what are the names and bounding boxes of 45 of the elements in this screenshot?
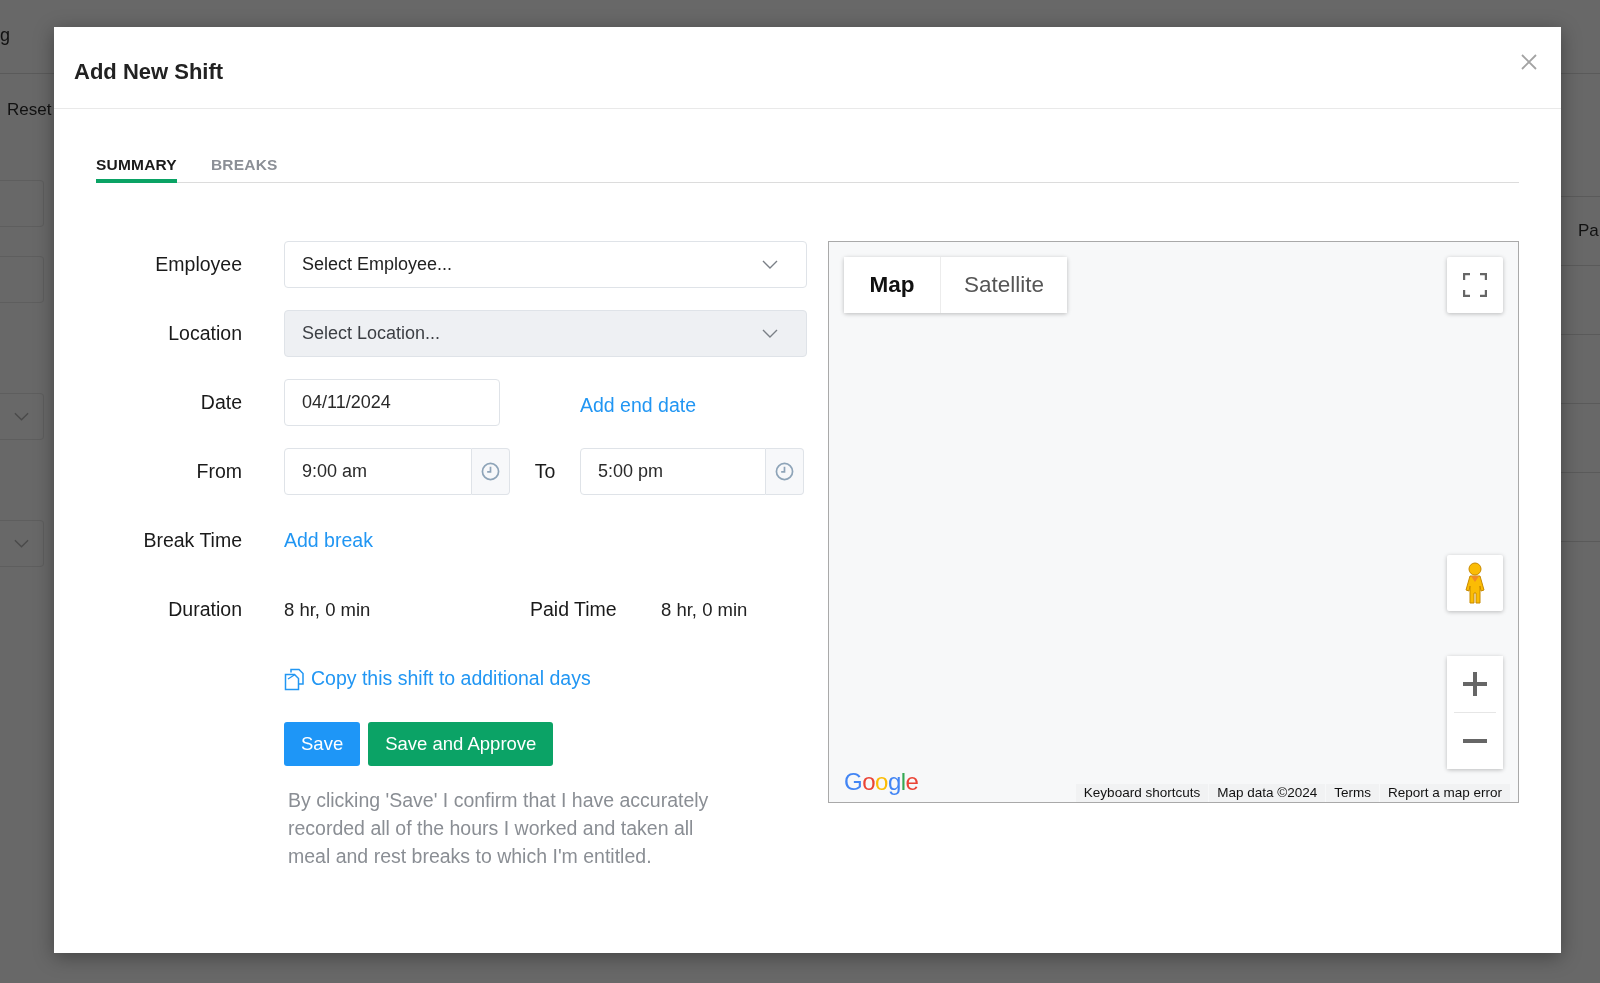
map-logo: Google [844, 768, 919, 796]
disclaimer-text: By clicking 'Save' I confirm that I have accurately recorded all of the hours I worked and taken all meal and rest breaks to which I'm entitled. [288, 788, 710, 869]
street-view-button[interactable] [1447, 555, 1503, 611]
dialog-title: Add New Shift [74, 59, 224, 85]
field-label: Duration [168, 597, 242, 622]
field-label: From [196, 459, 242, 484]
paid-time-value: 8 hr, 0 min [661, 598, 748, 621]
nav-label: g [0, 23, 10, 46]
field-label: Date [200, 390, 242, 415]
zoom-out-button[interactable] [1447, 713, 1503, 769]
chevron-down-icon [762, 329, 778, 338]
field-label: Employee [155, 252, 242, 277]
field-label: Paid Time [530, 598, 618, 621]
employee-select[interactable]: Select Employee... [284, 241, 807, 288]
field-label: Location [168, 321, 242, 346]
plus-icon [1463, 672, 1487, 696]
column-header: Pa [1578, 221, 1599, 241]
fullscreen-icon [1463, 273, 1487, 297]
person-icon [1464, 562, 1486, 604]
field-label: Break Time [143, 528, 242, 553]
date-input[interactable]: 04/11/2024 [284, 379, 500, 426]
map-type-button[interactable]: Satellite [941, 257, 1068, 313]
clock-icon [775, 462, 794, 481]
chevron-down-icon [762, 260, 778, 269]
time-input[interactable]: 5:00 pm [580, 448, 766, 495]
map-attribution-link[interactable]: Report a map error [1379, 784, 1510, 802]
minus-icon [1463, 739, 1487, 743]
close-icon [1521, 53, 1537, 70]
close-button[interactable] [1521, 53, 1537, 70]
chevron-down-icon [14, 539, 29, 548]
time-input[interactable]: 9:00 am [284, 448, 472, 495]
fullscreen-button[interactable] [1447, 257, 1503, 313]
time-picker-button[interactable] [766, 448, 804, 495]
map-attribution-link[interactable]: Map data ©2024 [1209, 784, 1326, 802]
time-picker-button[interactable] [472, 448, 510, 495]
clock-icon [481, 462, 500, 481]
field-label: To [533, 460, 557, 483]
duration-value: 8 hr, 0 min [284, 598, 372, 621]
map-canvas[interactable]: Map Satellite Google Keyboard shortcuts Map data ©2024 Terms Report a map error [828, 241, 1519, 803]
zoom-in-button[interactable] [1447, 656, 1503, 712]
tab[interactable]: SUMMARY [96, 156, 177, 183]
map-type-button[interactable]: Map [844, 257, 941, 313]
map-attribution-link[interactable]: Terms [1326, 784, 1379, 802]
chevron-down-icon [14, 412, 29, 421]
map-attribution-link[interactable]: Keyboard shortcuts [1075, 784, 1209, 802]
